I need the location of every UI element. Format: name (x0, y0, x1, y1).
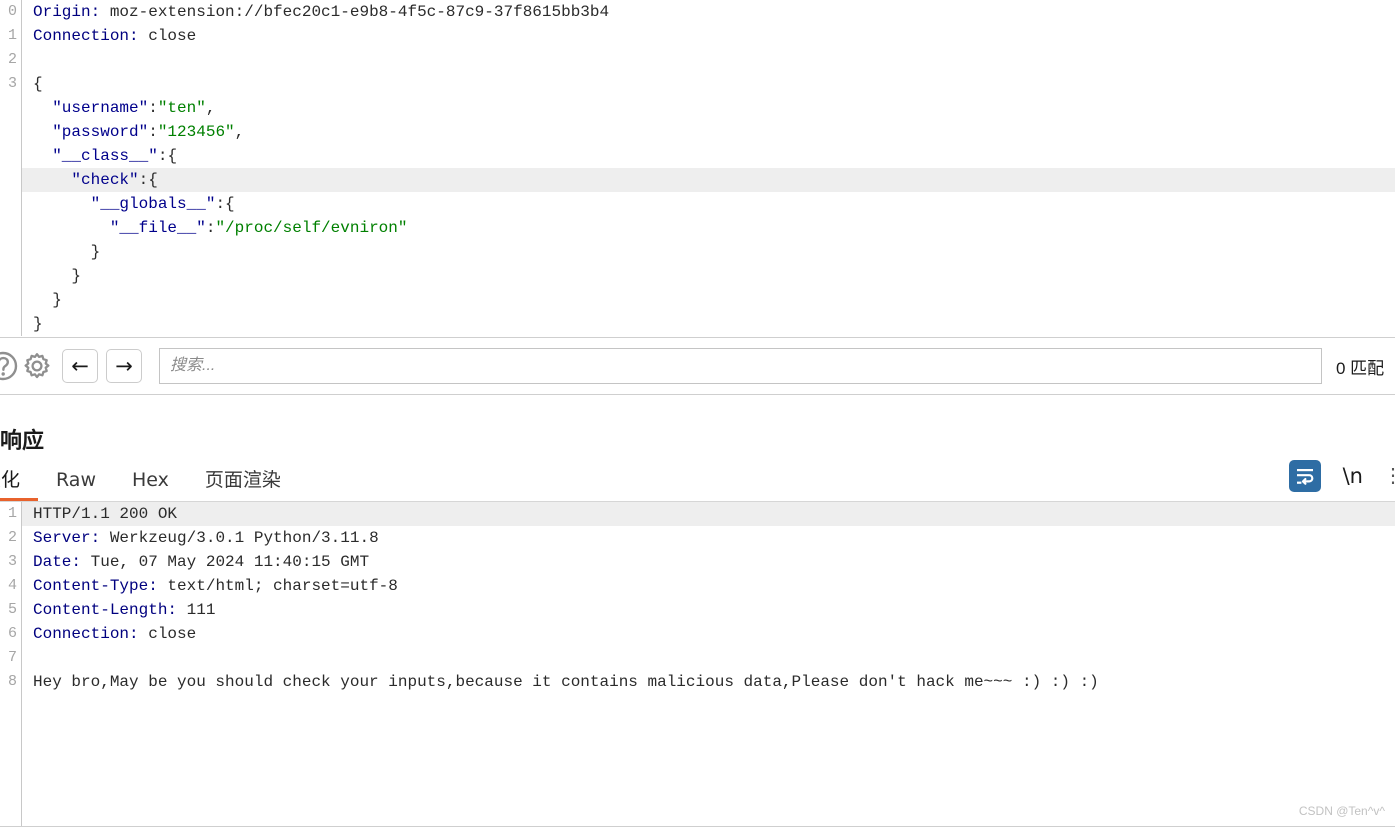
response-code-area[interactable]: HTTP/1.1 200 OK Server: Werkzeug/3.0.1 Py… (0, 502, 1395, 694)
code-text: Hey bro,May be you should check your inp… (33, 673, 1099, 691)
find-previous-button[interactable]: ← (62, 349, 98, 383)
header-name: Content-Length: (33, 601, 178, 619)
code-line[interactable]: } (33, 288, 1395, 312)
code-text: { (33, 75, 43, 93)
code-line[interactable]: Origin: moz-extension://bfec20c1-e9b8-4f… (33, 0, 1395, 24)
header-value: Tue, 07 May 2024 11:40:15 GMT (81, 553, 370, 571)
json-key: "password" (52, 123, 149, 141)
tab-美化[interactable]: 美化 (0, 459, 39, 501)
csdn-watermark: CSDN @Ten^v^ (1298, 804, 1385, 818)
response-section: 响应 美化RawHex页面渲染 \n ⋮ 12345678 HTTP/1.1 2… (0, 396, 1395, 827)
json-key: "__globals__" (90, 195, 216, 213)
header-name: Content-Type: (33, 577, 158, 595)
json-separator: : (148, 99, 158, 117)
response-tab-tools: \n ⋮ (1288, 454, 1395, 498)
tab-页面渲染[interactable]: 页面渲染 (187, 459, 299, 501)
code-line[interactable]: Connection: close (33, 24, 1395, 48)
word-wrap-toggle-button[interactable] (1288, 460, 1321, 492)
code-line[interactable]: { (33, 72, 1395, 96)
arrow-left-icon: ← (71, 353, 89, 378)
code-text: HTTP/1.1 200 OK (33, 505, 178, 523)
header-name: Server: (33, 529, 101, 547)
code-line[interactable]: Content-Length: 111 (33, 598, 1395, 622)
code-line[interactable]: "check":{ (0, 168, 1395, 192)
json-separator: : (157, 147, 168, 165)
arrow-right-icon: → (115, 353, 133, 378)
code-line[interactable]: "username":"ten", (33, 96, 1395, 120)
header-name: Connection: (33, 625, 139, 643)
code-line[interactable] (33, 48, 1395, 72)
code-line[interactable]: Date: Tue, 07 May 2024 11:40:15 GMT (33, 550, 1395, 574)
match-count-label: 0 匹配 (1336, 358, 1385, 378)
header-value: Werkzeug/3.0.1 Python/3.11.8 (100, 529, 379, 547)
code-text: } (33, 315, 43, 333)
search-input[interactable] (159, 348, 1322, 384)
json-punctuation: { (148, 171, 158, 189)
code-line[interactable]: Connection: close (33, 622, 1395, 646)
header-value: 111 (177, 601, 216, 619)
code-line[interactable]: } (33, 264, 1395, 288)
json-punctuation: , (205, 99, 216, 117)
code-line[interactable]: Hey bro,May be you should check your inp… (33, 670, 1395, 694)
json-separator: : (215, 195, 226, 213)
word-wrap-icon (1296, 469, 1313, 485)
show-newlines-button[interactable]: \n (1343, 464, 1363, 488)
response-title: 响应 (0, 429, 45, 454)
gear-icon[interactable] (20, 349, 54, 383)
overflow-menu-icon[interactable]: ⋮ (1383, 466, 1395, 486)
response-tab-bar: 美化RawHex页面渲染 (0, 458, 1395, 502)
json-punctuation: { (225, 195, 235, 213)
code-text: } (33, 291, 62, 309)
json-key: "__file__" (109, 219, 206, 237)
request-editor-pane[interactable]: 0123 Origin: moz-extension://bfec20c1-e9… (0, 0, 1395, 336)
json-string-value: "123456" (157, 123, 235, 141)
json-string-value: "/proc/self/evniron" (215, 219, 408, 237)
json-key: "check" (71, 171, 139, 189)
code-line[interactable]: "password":"123456", (33, 120, 1395, 144)
tab-Raw[interactable]: Raw (38, 459, 114, 501)
tab-Hex[interactable]: Hex (114, 459, 187, 501)
json-separator: : (148, 123, 158, 141)
find-next-button[interactable]: → (106, 349, 142, 383)
json-string-value: "ten" (157, 99, 206, 117)
help-circle-icon[interactable] (0, 349, 20, 383)
code-text: } (33, 243, 101, 261)
code-line[interactable] (33, 646, 1395, 670)
code-line[interactable]: "__class__":{ (33, 144, 1395, 168)
json-separator: : (205, 219, 216, 237)
json-punctuation: , (234, 123, 245, 141)
code-line[interactable]: Content-Type: text/html; charset=utf-8 (33, 574, 1395, 598)
header-value: close (138, 625, 197, 643)
code-line[interactable]: Server: Werkzeug/3.0.1 Python/3.11.8 (33, 526, 1395, 550)
header-name: Origin: (33, 3, 101, 21)
code-line[interactable]: } (33, 312, 1395, 336)
header-value: moz-extension://bfec20c1-e9b8-4f5c-87c9-… (100, 3, 610, 21)
response-editor-pane[interactable]: 12345678 HTTP/1.1 200 OK Server: Werkzeug… (0, 502, 1395, 827)
header-name: Connection: (33, 27, 139, 45)
header-value: close (138, 27, 197, 45)
code-line[interactable]: HTTP/1.1 200 OK (0, 502, 1395, 526)
code-line[interactable]: "__file__":"/proc/self/evniron" (33, 216, 1395, 240)
header-value: text/html; charset=utf-8 (157, 577, 398, 595)
json-key: "username" (52, 99, 149, 117)
request-code-area[interactable]: Origin: moz-extension://bfec20c1-e9b8-4f… (0, 0, 1395, 336)
search-toolbar: ← → 0 匹配 (0, 337, 1395, 395)
json-punctuation: { (167, 147, 178, 165)
json-separator: : (138, 171, 149, 189)
header-name: Date: (33, 553, 82, 571)
code-line[interactable]: "__globals__":{ (33, 192, 1395, 216)
code-line[interactable]: } (33, 240, 1395, 264)
json-key: "__class__" (52, 147, 158, 165)
code-text: } (33, 267, 82, 285)
